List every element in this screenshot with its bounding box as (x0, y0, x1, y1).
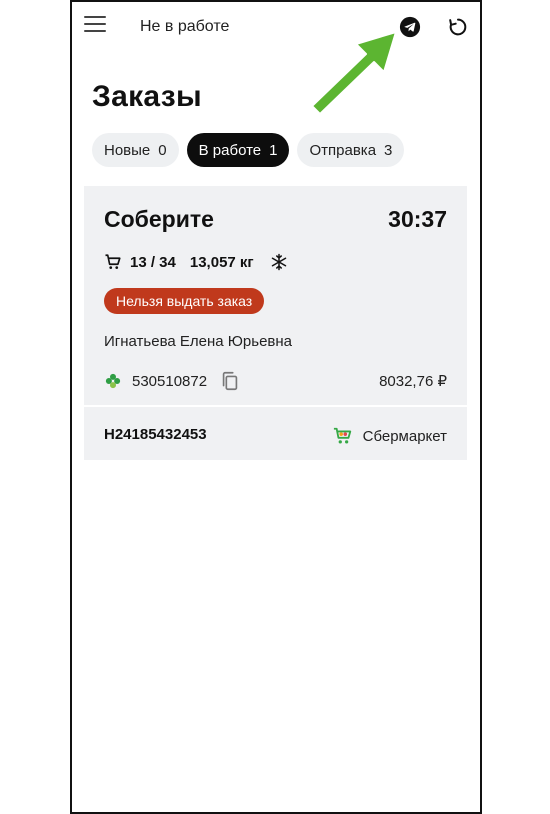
tab-shipping[interactable]: Отправка 3 (297, 133, 405, 167)
refresh-icon[interactable] (447, 16, 469, 38)
shop-info: Сбермаркет (332, 426, 447, 446)
tab-count: 0 (158, 141, 167, 159)
client-name: Игнатьева Елена Юрьевна (104, 333, 293, 350)
order-weight: 13,057 кг (189, 253, 254, 271)
loyalty-number: 530510872 (132, 372, 208, 390)
tab-label: В работе (198, 141, 262, 159)
shop-name: Сбермаркет (362, 427, 447, 445)
order-meta: 13 / 34 13,057 кг (104, 252, 288, 272)
annotation-arrow-icon (311, 31, 397, 115)
menu-icon[interactable] (84, 16, 106, 34)
copy-icon[interactable] (219, 370, 241, 392)
order-card-main: Соберите 30:37 13 / 34 13,057 кг Нельзя … (84, 186, 467, 405)
order-card[interactable]: Соберите 30:37 13 / 34 13,057 кг Нельзя … (84, 186, 467, 460)
order-timer: 30:37 (388, 206, 447, 232)
tab-in-progress[interactable]: В работе 1 (186, 133, 290, 167)
telegram-icon[interactable] (399, 16, 421, 38)
warning-badge: Нельзя выдать заказ (104, 288, 265, 314)
items-count: 13 / 34 (130, 253, 176, 271)
order-status-title: Соберите (104, 206, 214, 232)
top-bar: Не в работе (72, 2, 480, 52)
loyalty-row: 530510872 (104, 370, 241, 392)
cart-icon (105, 254, 121, 269)
tab-count: 1 (269, 141, 278, 159)
page-title: Заказы (92, 80, 202, 113)
order-card-footer: Н24185432453 Сбермаркет (84, 407, 467, 460)
work-status[interactable]: Не в работе (140, 18, 229, 36)
order-sum: 8032,76 ₽ (379, 373, 447, 390)
order-tabs: Новые 0 В работе 1 Отправка 3 (92, 133, 405, 167)
shopping-cart-logo-icon (333, 427, 351, 444)
tab-new[interactable]: Новые 0 (92, 133, 179, 167)
phone-screen: Не в работе Заказы Новые 0 В работе 1 От… (70, 0, 482, 814)
tab-count: 3 (384, 141, 393, 159)
tab-label: Отправка (309, 141, 377, 159)
tab-label: Новые (104, 141, 151, 159)
clover-icon (105, 373, 121, 389)
snowflake-icon (271, 253, 286, 271)
order-number: Н24185432453 (104, 426, 207, 443)
